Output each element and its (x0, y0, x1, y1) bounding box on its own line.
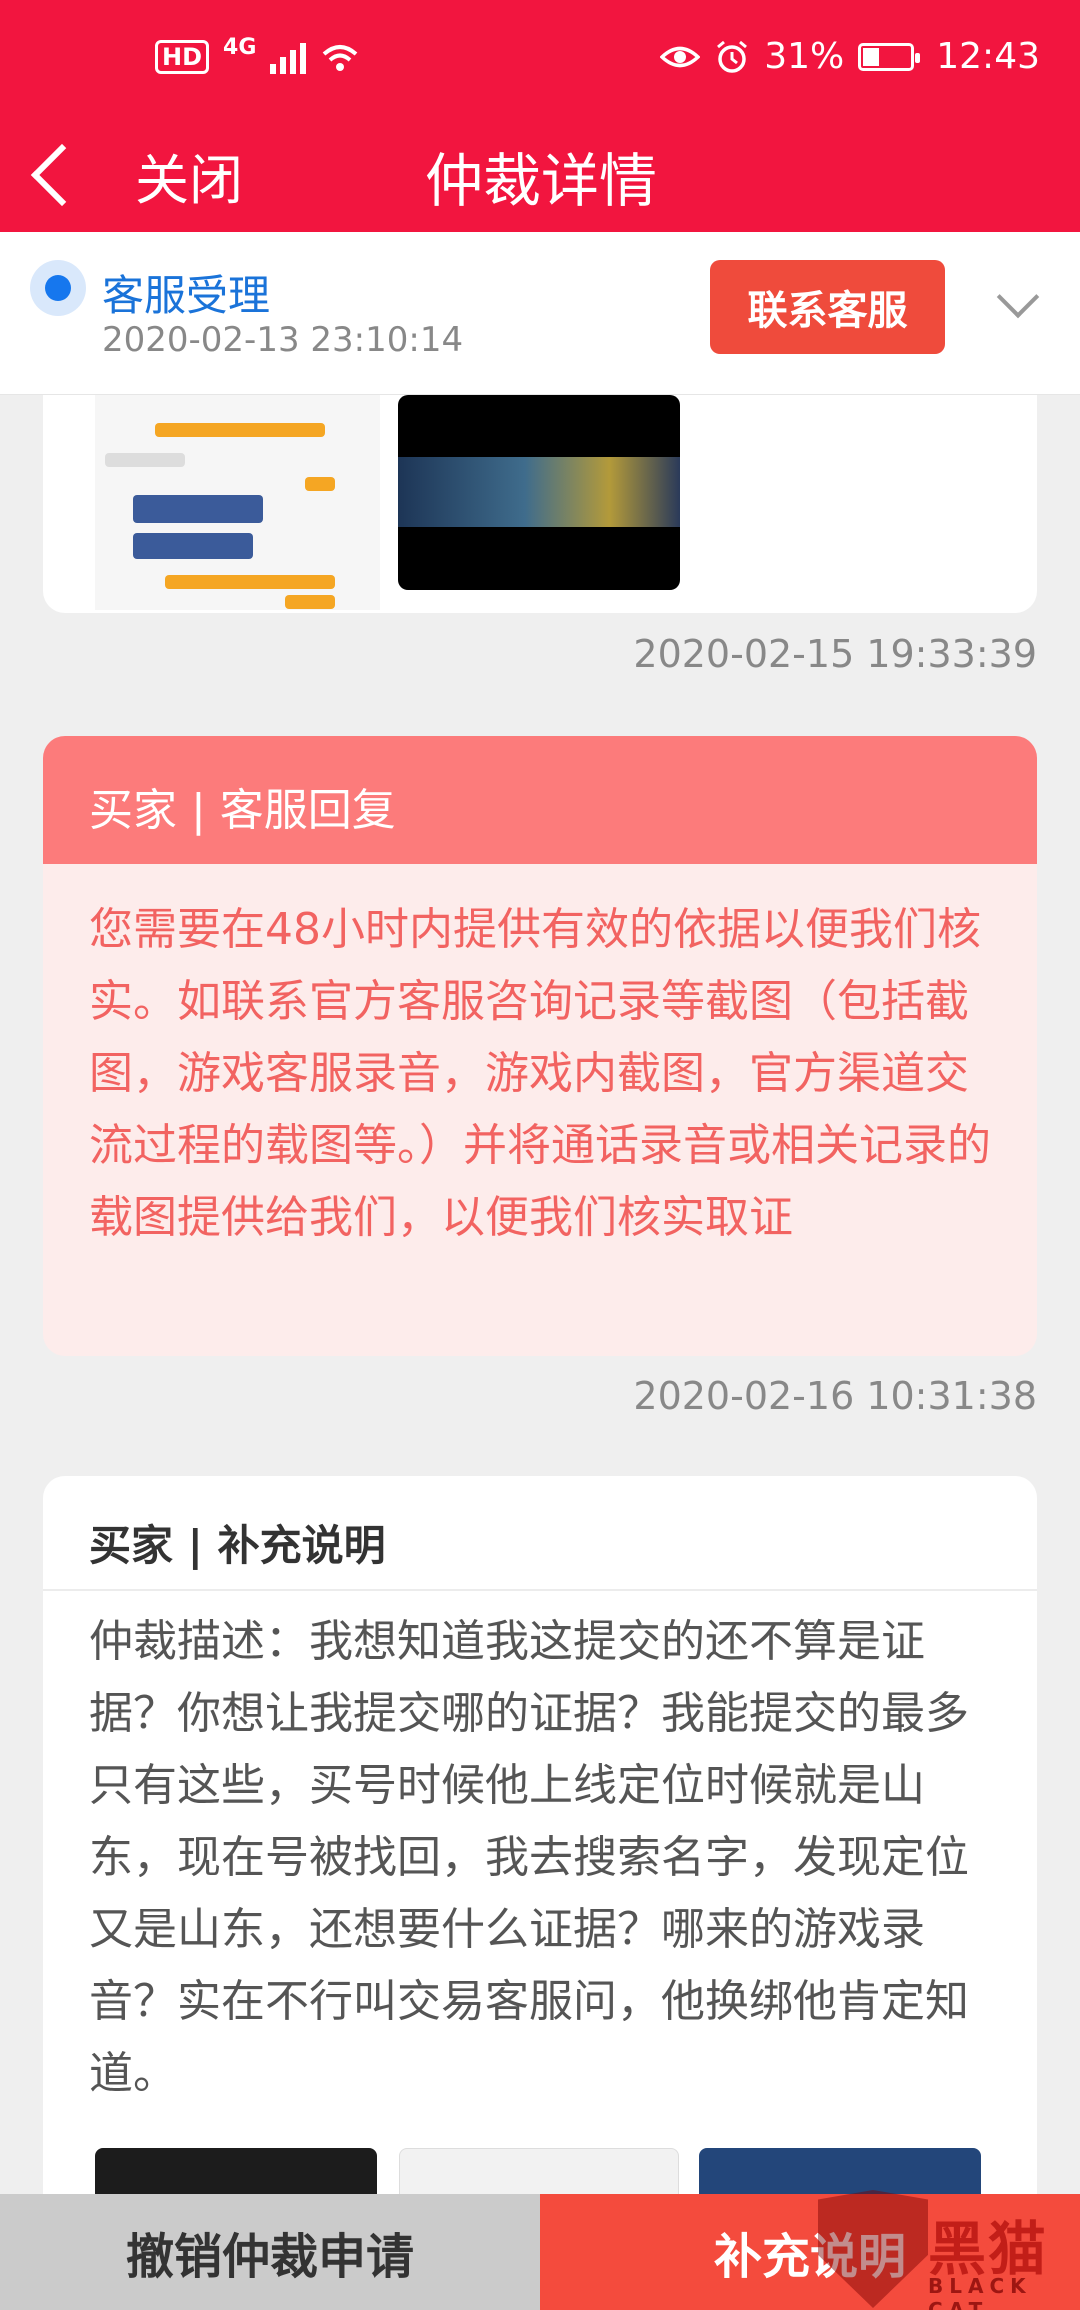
back-button[interactable] (18, 130, 94, 220)
stage-dot-icon (30, 260, 86, 316)
supplement-button[interactable]: 补充说明 (540, 2194, 1080, 2310)
contact-service-button[interactable]: 联系客服 (710, 260, 945, 354)
supplement-header: 买家 | 补充说明 (43, 1476, 1037, 1591)
service-reply-card: 买家 | 客服回复 您需要在48小时内提供有效的依据以便我们核实。如联系官方客服… (43, 736, 1037, 1356)
top-bar: HD 4G 31% 12:43 关闭 仲裁详情 (0, 0, 1080, 232)
hd-badge: HD (155, 40, 210, 74)
clock: 12:43 (936, 36, 1040, 77)
evidence-image-chat[interactable] (95, 395, 380, 610)
cancel-arbitration-button[interactable]: 撤销仲裁申请 (0, 2194, 540, 2310)
battery-icon (858, 42, 921, 71)
message-timestamp: 2020-02-16 10:31:38 (633, 1374, 1037, 1418)
stage-time: 2020-02-13 23:10:14 (102, 320, 464, 360)
battery-percent: 31% (764, 36, 845, 77)
close-button[interactable]: 关闭 (135, 136, 243, 215)
stage-label: 客服受理 (102, 271, 271, 320)
stage-header: 客服受理 2020-02-13 23:10:14 联系客服 (0, 232, 1080, 395)
status-bar: HD 4G 31% 12:43 (0, 0, 1080, 120)
alarm-icon (717, 40, 748, 73)
message-timestamp: 2020-02-15 19:33:39 (633, 632, 1037, 676)
service-reply-header: 买家 | 客服回复 (43, 736, 1037, 864)
bottom-action-bar: 撤销仲裁申请 补充说明 (0, 2194, 1080, 2310)
eye-icon (660, 46, 701, 67)
supplement-body: 仲裁描述：我想知道我这提交的还不算是证据？你想让我提交哪的证据？我能提交的最多只… (89, 1616, 969, 2099)
wifi-icon (323, 45, 358, 71)
page-title: 仲裁详情 (425, 147, 658, 215)
signal-icon (270, 40, 307, 74)
nav-bar: 关闭 仲裁详情 (0, 120, 1080, 232)
supplement-card: 买家 | 补充说明 仲裁描述：我想知道我这提交的还不算是证据？你想让我提交哪的证… (43, 1476, 1037, 2310)
evidence-image-game[interactable] (398, 395, 680, 590)
service-reply-body: 您需要在48小时内提供有效的依据以便我们核实。如联系官方客服咨询记录等截图（包括… (89, 904, 991, 1243)
chevron-left-icon (30, 143, 94, 207)
network-label: 4G (223, 34, 257, 60)
